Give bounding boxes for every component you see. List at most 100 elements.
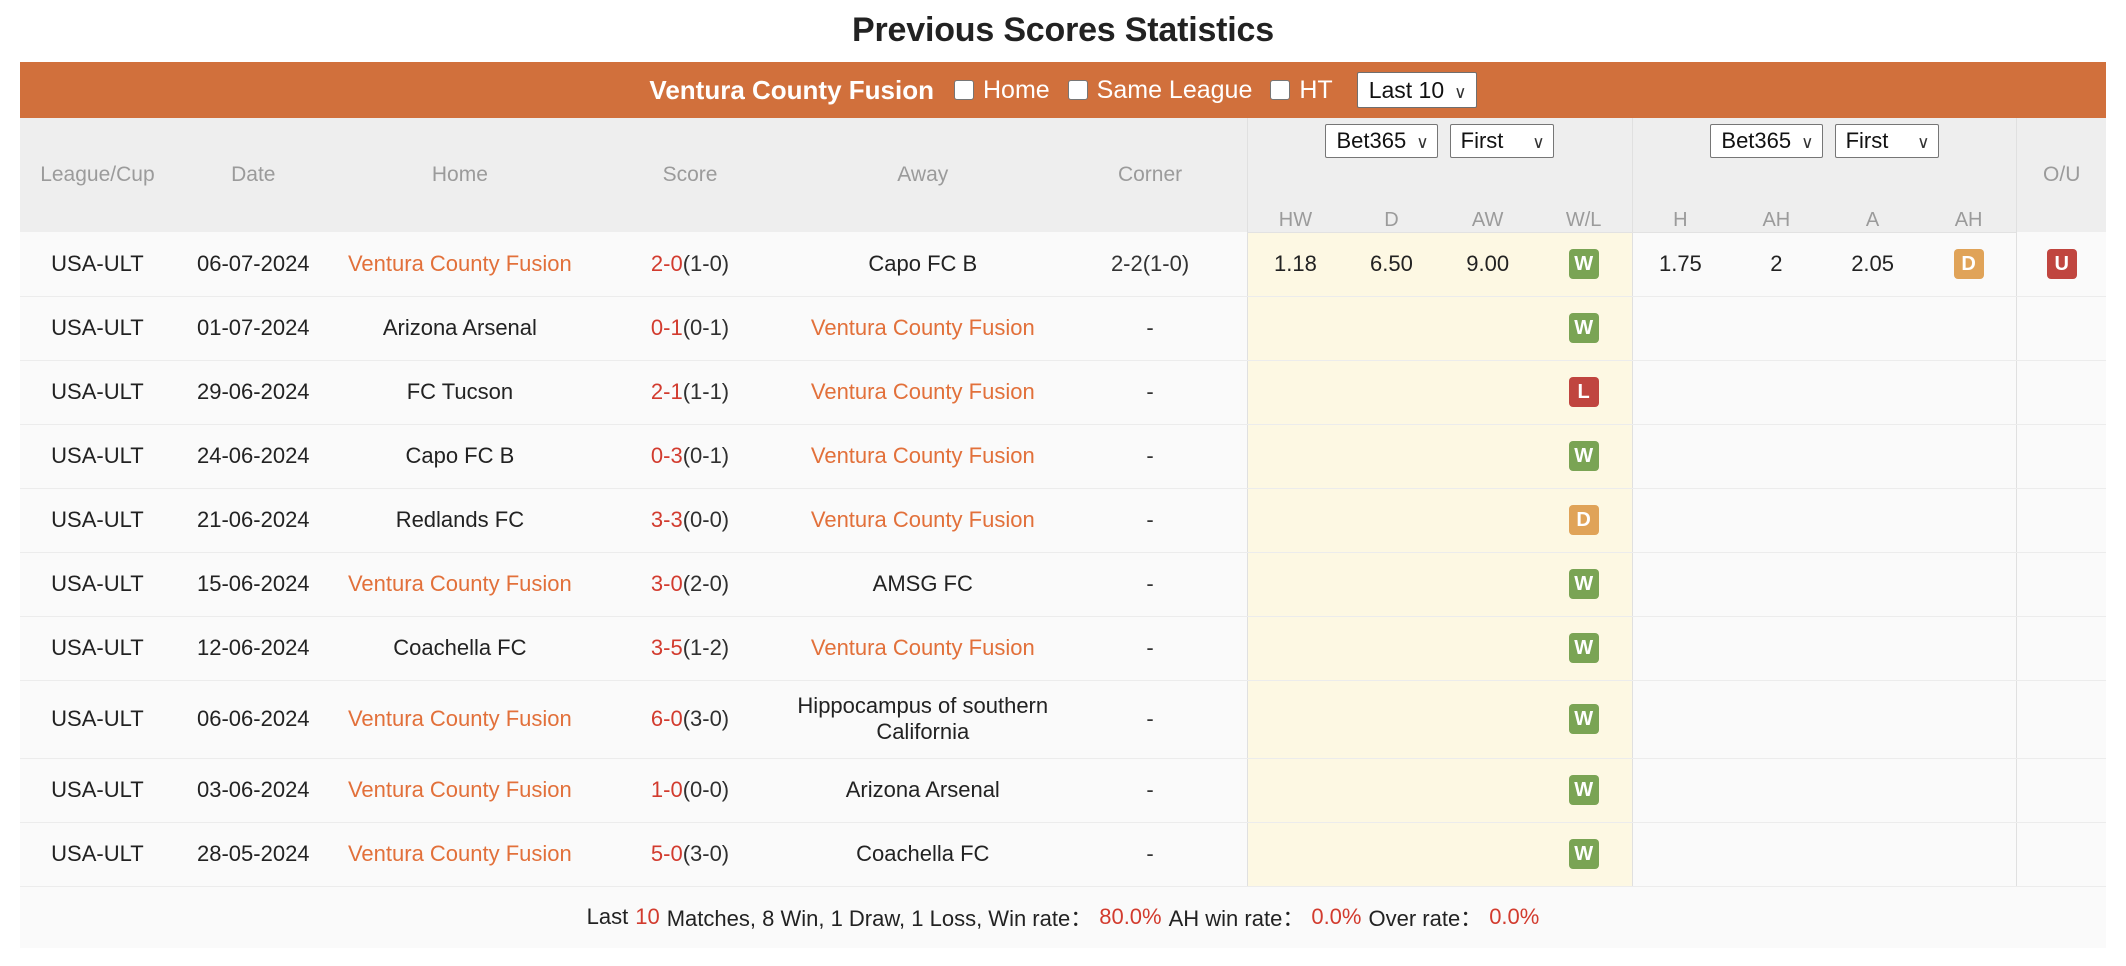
home-team-name[interactable]: Coachella FC xyxy=(393,635,526,660)
score-fulltime: 1-0 xyxy=(650,777,683,802)
score-fulltime: 5-0 xyxy=(650,841,683,866)
cell-ou xyxy=(2016,616,2106,681)
match-range-select[interactable]: Last 10 xyxy=(1356,72,1477,108)
ah-period-select[interactable]: First xyxy=(1834,124,1939,158)
home-team-name[interactable]: Ventura County Fusion xyxy=(348,251,572,276)
table-row[interactable]: USA-ULT 12-06-2024 Coachella FC 3-5(1-2) Ven… xyxy=(20,616,2106,681)
odds-period-select[interactable]: First xyxy=(1449,124,1554,158)
cell-ah-a xyxy=(1824,822,1921,887)
chevron-down-icon xyxy=(1917,128,1929,154)
table-row[interactable]: USA-ULT 28-05-2024 Ventura County Fusion 5-… xyxy=(20,822,2106,887)
cell-score[interactable]: 5-0(3-0) xyxy=(588,822,793,887)
cell-odds-wl: W xyxy=(1535,424,1633,489)
cell-league: USA-ULT xyxy=(20,680,175,759)
cell-score[interactable]: 1-0(0-0) xyxy=(588,758,793,823)
cell-home: FC Tucson xyxy=(331,360,589,425)
home-team-name[interactable]: Redlands FC xyxy=(396,507,524,532)
away-team-name[interactable]: Ventura County Fusion xyxy=(811,443,1035,468)
home-team-name[interactable]: Ventura County Fusion xyxy=(348,571,572,596)
away-team-name[interactable]: Arizona Arsenal xyxy=(846,777,1000,802)
table-row[interactable]: USA-ULT 06-06-2024 Ventura County Fusion 6-… xyxy=(20,680,2106,759)
cell-score[interactable]: 2-1(1-1) xyxy=(588,360,793,425)
cell-ou xyxy=(2016,758,2106,823)
table-row[interactable]: USA-ULT 03-06-2024 Ventura County Fusion 1-… xyxy=(20,758,2106,823)
cell-ah-h xyxy=(1631,616,1729,681)
ou-result-badge: U xyxy=(2046,248,2077,279)
score-halftime: (1-0) xyxy=(682,250,730,276)
cell-league: USA-ULT xyxy=(20,360,175,425)
cell-odds-aw xyxy=(1439,616,1536,681)
away-team-name[interactable]: Ventura County Fusion xyxy=(811,379,1035,404)
odds-bookmaker-select[interactable]: Bet365 xyxy=(1325,124,1438,158)
corner-value: - xyxy=(1146,443,1154,468)
cell-score[interactable]: 0-1(0-1) xyxy=(588,296,793,361)
table-head: League/Cup Date Home Score Away Corner B… xyxy=(20,118,2106,233)
home-team-name[interactable]: Arizona Arsenal xyxy=(383,315,537,340)
odds-period-value: First xyxy=(1460,128,1504,153)
subcol-ah2: AH xyxy=(1920,196,2017,233)
subcol-hw: HW xyxy=(1246,196,1344,233)
home-team-name[interactable]: Capo FC B xyxy=(405,443,514,468)
away-team-name[interactable]: Ventura County Fusion xyxy=(811,507,1035,532)
cell-ah-h xyxy=(1631,360,1729,425)
ah-bookmaker-select[interactable]: Bet365 xyxy=(1710,124,1823,158)
table-header-row: League/Cup Date Home Score Away Corner B… xyxy=(20,118,2106,232)
cell-score[interactable]: 3-0(2-0) xyxy=(588,552,793,617)
away-team-name[interactable]: Ventura County Fusion xyxy=(811,315,1035,340)
away-team-name[interactable]: AMSG FC xyxy=(873,571,973,596)
home-team-name[interactable]: FC Tucson xyxy=(407,379,513,404)
subcol-ah1: AH xyxy=(1728,196,1825,233)
score-halftime: (3-0) xyxy=(682,841,730,866)
cell-ah-line xyxy=(1728,822,1825,887)
cell-ah-result xyxy=(1920,296,2017,361)
cell-home: Ventura County Fusion xyxy=(331,232,589,297)
checkbox-ht[interactable]: HT xyxy=(1270,75,1333,105)
score-halftime: (0-1) xyxy=(682,443,730,468)
cell-score[interactable]: 0-3(0-1) xyxy=(588,424,793,489)
away-team-name[interactable]: Ventura County Fusion xyxy=(811,635,1035,660)
checkbox-home-box[interactable] xyxy=(953,80,974,100)
cell-ah-a xyxy=(1824,758,1921,823)
result-badge: W xyxy=(1568,633,1599,663)
cell-league: USA-ULT xyxy=(20,296,175,361)
checkbox-same-league[interactable]: Same League xyxy=(1067,76,1252,105)
checkbox-ht-box[interactable] xyxy=(1270,80,1291,100)
home-team-name[interactable]: Ventura County Fusion xyxy=(348,777,572,802)
odds-bookmaker-value: Bet365 xyxy=(1336,128,1407,153)
cell-score[interactable]: 2-0(1-0) xyxy=(588,232,793,297)
table-row[interactable]: USA-ULT 06-07-2024 Ventura County Fusion 2-… xyxy=(20,232,2106,297)
cell-date: 06-06-2024 xyxy=(174,680,332,759)
home-team-name[interactable]: Ventura County Fusion xyxy=(348,706,572,731)
cell-odds-wl: W xyxy=(1535,296,1633,361)
previous-scores-statistics-page: Previous Scores Statistics Ventura Count… xyxy=(0,0,2126,966)
cell-ah-result xyxy=(1920,758,2017,823)
checkbox-same-league-box[interactable] xyxy=(1067,80,1088,100)
page-title: Previous Scores Statistics xyxy=(852,11,1274,49)
cell-league: USA-ULT xyxy=(20,232,175,297)
checkbox-home[interactable]: Home xyxy=(953,76,1050,105)
chevron-down-icon xyxy=(1801,128,1813,154)
table-row[interactable]: USA-ULT 01-07-2024 Arizona Arsenal 0-1(0-1)… xyxy=(20,296,2106,361)
table-row[interactable]: USA-ULT 29-06-2024 FC Tucson 2-1(1-1) Ventur… xyxy=(20,360,2106,425)
cell-odds-aw xyxy=(1439,680,1536,759)
cell-league: USA-ULT xyxy=(20,424,175,489)
cell-odds-d xyxy=(1343,822,1440,887)
cell-date: 29-06-2024 xyxy=(174,360,332,425)
table-row[interactable]: USA-ULT 21-06-2024 Redlands FC 3-3(0-0) Vent… xyxy=(20,488,2106,553)
cell-ah-h xyxy=(1631,822,1729,887)
cell-ah-a xyxy=(1824,616,1921,681)
away-team-name[interactable]: Hippocampus of southern California xyxy=(797,693,1048,744)
cell-score[interactable]: 6-0(3-0) xyxy=(588,680,793,759)
score-halftime: (0-1) xyxy=(682,315,730,340)
table-row[interactable]: USA-ULT 15-06-2024 Ventura County Fusion 3-… xyxy=(20,552,2106,617)
table-row[interactable]: USA-ULT 24-06-2024 Capo FC B 0-3(0-1) Ventur… xyxy=(20,424,2106,489)
cell-home: Ventura County Fusion xyxy=(331,822,589,887)
cell-odds-hw xyxy=(1246,360,1344,425)
cell-score[interactable]: 3-3(0-0) xyxy=(588,488,793,553)
cell-score[interactable]: 3-5(1-2) xyxy=(588,616,793,681)
checkbox-ht-label: HT xyxy=(1299,75,1333,104)
away-team-name[interactable]: Coachella FC xyxy=(856,841,989,866)
away-team-name[interactable]: Capo FC B xyxy=(868,251,977,276)
home-team-name[interactable]: Ventura County Fusion xyxy=(348,841,572,866)
col-header-score: Score xyxy=(588,118,793,232)
